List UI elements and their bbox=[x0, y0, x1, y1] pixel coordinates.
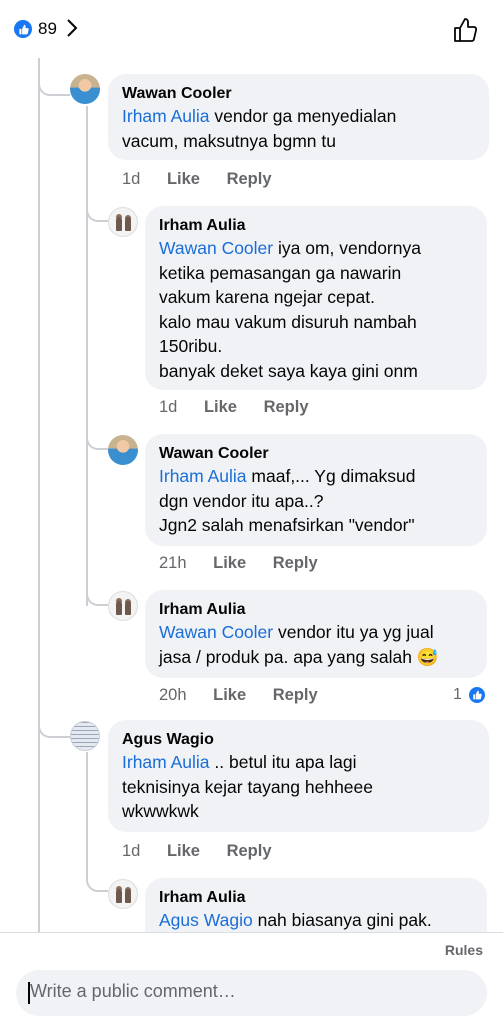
chevron-right-icon[interactable] bbox=[64, 17, 80, 39]
reply-button[interactable]: Reply bbox=[264, 398, 309, 417]
thread-connector bbox=[86, 420, 108, 450]
comment-time[interactable]: 1d bbox=[122, 842, 140, 861]
like-reaction-icon[interactable] bbox=[467, 685, 487, 705]
comment-actions: 1d Like Reply bbox=[122, 842, 272, 861]
avatar[interactable] bbox=[108, 435, 138, 465]
comment-text: Agus Wagio nah biasanya gini pak. bbox=[159, 910, 432, 930]
comment-text: Wawan Cooler vendor itu ya yg jual jasa … bbox=[159, 622, 439, 667]
comment-actions: 1d Like Reply bbox=[122, 170, 272, 189]
avatar[interactable] bbox=[108, 879, 138, 909]
thread-connector bbox=[86, 862, 108, 892]
comment-time[interactable]: 1d bbox=[122, 170, 140, 189]
mention-link[interactable]: Wawan Cooler bbox=[159, 622, 273, 642]
comment-bubble[interactable]: Irham Aulia Wawan Cooler vendor itu ya y… bbox=[145, 590, 487, 678]
thread-line bbox=[86, 752, 88, 878]
reply-button[interactable]: Reply bbox=[227, 170, 272, 189]
avatar[interactable] bbox=[108, 591, 138, 621]
reply-button[interactable]: Reply bbox=[227, 842, 272, 861]
avatar[interactable] bbox=[108, 207, 138, 237]
comment-bubble[interactable]: Agus Wagio Irham Aulia .. betul itu apa … bbox=[108, 720, 489, 832]
rules-link[interactable]: Rules bbox=[445, 942, 483, 958]
comment-bubble[interactable]: Wawan Cooler Irham Aulia maaf,... Yg dim… bbox=[145, 434, 487, 546]
comment-actions: 21h Like Reply bbox=[159, 554, 318, 573]
thread-connector bbox=[86, 190, 108, 222]
thread-line bbox=[38, 58, 40, 933]
comment-text: Irham Aulia vendor ga menyedialan vacum,… bbox=[122, 106, 397, 151]
reply-button[interactable]: Reply bbox=[273, 686, 318, 705]
comment-bubble[interactable]: Wawan Cooler Irham Aulia vendor ga menye… bbox=[108, 74, 489, 160]
like-button[interactable]: Like bbox=[213, 686, 246, 705]
avatar[interactable] bbox=[70, 74, 100, 104]
comment-input[interactable] bbox=[30, 981, 470, 1002]
comment-actions: 1d Like Reply bbox=[159, 398, 309, 417]
like-button[interactable]: Like bbox=[167, 842, 200, 861]
avatar[interactable] bbox=[70, 721, 100, 751]
text-cursor bbox=[28, 982, 30, 1004]
comment-text: Irham Aulia .. betul itu apa lagi teknis… bbox=[122, 752, 374, 821]
comment-time[interactable]: 1d bbox=[159, 398, 177, 417]
comment-author[interactable]: Irham Aulia bbox=[159, 600, 473, 620]
reaction-count[interactable]: 1 bbox=[453, 686, 462, 704]
comment-actions: 20h Like Reply bbox=[159, 686, 318, 705]
thread-connector bbox=[38, 58, 70, 96]
mention-link[interactable]: Irham Aulia bbox=[122, 752, 210, 772]
comment-time[interactable]: 21h bbox=[159, 554, 187, 573]
comment-author[interactable]: Agus Wagio bbox=[122, 730, 475, 750]
like-button[interactable]: Like bbox=[167, 170, 200, 189]
comment-author[interactable]: Wawan Cooler bbox=[122, 84, 475, 104]
like-reaction-icon bbox=[14, 20, 32, 38]
comment-author[interactable]: Wawan Cooler bbox=[159, 444, 473, 464]
like-button[interactable]: Like bbox=[204, 398, 237, 417]
comment-text: Wawan Cooler iya om, vendornya ketika pe… bbox=[159, 238, 421, 381]
reply-button[interactable]: Reply bbox=[273, 554, 318, 573]
comment-author[interactable]: Irham Aulia bbox=[159, 216, 473, 236]
like-button[interactable]: Like bbox=[213, 554, 246, 573]
reactions-header: 89 bbox=[0, 0, 503, 58]
thread-line bbox=[86, 106, 88, 606]
thread-connector bbox=[86, 576, 108, 606]
mention-link[interactable]: Irham Aulia bbox=[159, 466, 247, 486]
reaction-count[interactable]: 89 bbox=[38, 19, 57, 39]
comment-time[interactable]: 20h bbox=[159, 686, 187, 705]
like-button-icon[interactable] bbox=[451, 16, 479, 44]
comment-author[interactable]: Irham Aulia bbox=[159, 888, 473, 908]
mention-link[interactable]: Agus Wagio bbox=[159, 910, 253, 930]
comment-bubble[interactable]: Irham Aulia Wawan Cooler iya om, vendorn… bbox=[145, 206, 487, 390]
comment-composer[interactable] bbox=[16, 970, 487, 1016]
mention-link[interactable]: Wawan Cooler bbox=[159, 238, 273, 258]
mention-link[interactable]: Irham Aulia bbox=[122, 106, 210, 126]
thread-connector bbox=[38, 706, 70, 738]
comment-text: Irham Aulia maaf,... Yg dimaksud dgn ven… bbox=[159, 466, 416, 535]
